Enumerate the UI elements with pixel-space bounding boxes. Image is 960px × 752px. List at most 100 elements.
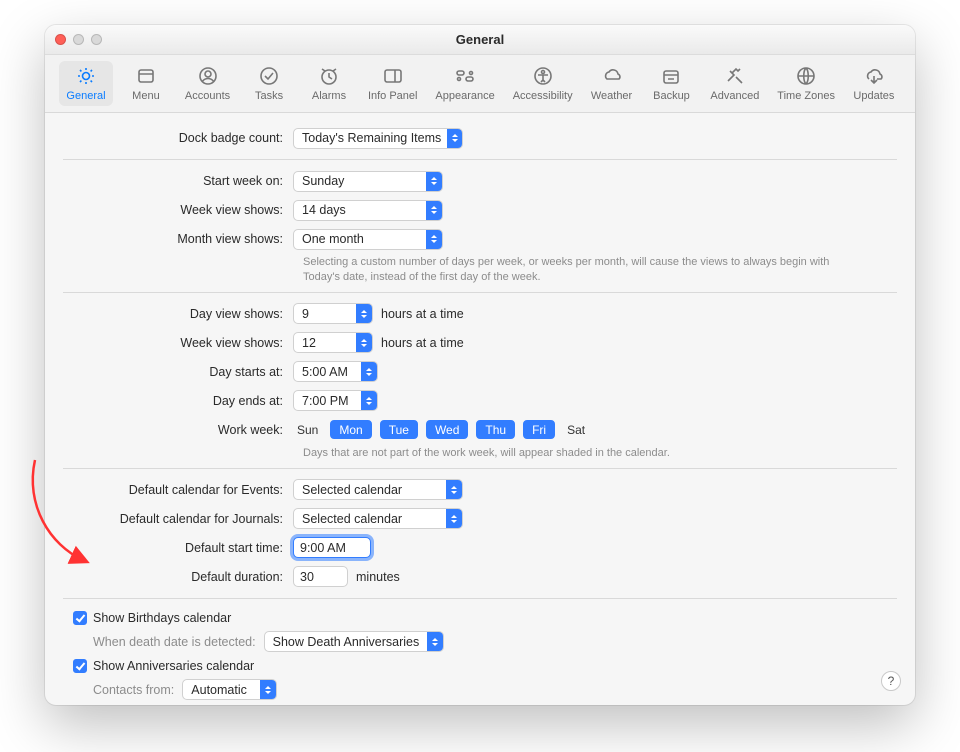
toolbar-label: Appearance [435, 90, 494, 102]
minimize-window-button[interactable] [73, 34, 84, 45]
default-cal-journals-select[interactable]: Selected calendar [293, 508, 463, 529]
preferences-content: Dock badge count: Today's Remaining Item… [45, 113, 915, 705]
day-starts-label: Day starts at: [63, 365, 293, 379]
default-cal-journals-label: Default calendar for Journals: [63, 512, 293, 526]
chevron-updown-icon [446, 509, 462, 528]
globe-icon [794, 65, 818, 87]
toolbar-updates[interactable]: Updates [847, 61, 901, 106]
toolbar-label: Alarms [312, 90, 346, 102]
tasks-icon [257, 65, 281, 87]
traffic-lights [55, 34, 102, 45]
toolbar-accessibility[interactable]: Accessibility [507, 61, 579, 106]
dock-badge-select[interactable]: Today's Remaining Items [293, 128, 463, 149]
chevron-updown-icon [356, 304, 372, 323]
day-view-hours-select[interactable]: 9 [293, 303, 373, 324]
accounts-icon [196, 65, 220, 87]
window-title: General [456, 32, 504, 47]
toolbar-appearance[interactable]: Appearance [429, 61, 500, 106]
week-view-select[interactable]: 14 days [293, 200, 443, 221]
day-wed[interactable]: Wed [426, 420, 468, 439]
toolbar-alarms[interactable]: Alarms [302, 61, 356, 106]
default-duration-label: Default duration: [63, 570, 293, 584]
toolbar-general[interactable]: General [59, 61, 113, 106]
toolbar-backup[interactable]: Backup [644, 61, 698, 106]
day-starts-select[interactable]: 5:00 AM [293, 361, 378, 382]
default-cal-events-label: Default calendar for Events: [63, 483, 293, 497]
toolbar-label: Accessibility [513, 90, 573, 102]
minutes-suffix: minutes [356, 570, 400, 584]
toolbar-label: Backup [653, 90, 690, 102]
day-view-label: Day view shows: [63, 307, 293, 321]
appearance-icon [453, 65, 477, 87]
advanced-icon [723, 65, 747, 87]
chevron-updown-icon [260, 680, 276, 699]
toolbar-weather[interactable]: Weather [585, 61, 639, 106]
day-mon[interactable]: Mon [330, 420, 371, 439]
toolbar-label: Tasks [255, 90, 283, 102]
zoom-window-button[interactable] [91, 34, 102, 45]
default-start-label: Default start time: [63, 541, 293, 555]
show-birthdays-checkbox[interactable] [73, 611, 87, 625]
day-thu[interactable]: Thu [476, 420, 515, 439]
weather-icon [600, 65, 624, 87]
week-view-label: Week view shows: [63, 203, 293, 217]
default-duration-field[interactable]: 30 [293, 566, 348, 587]
close-window-button[interactable] [55, 34, 66, 45]
chevron-updown-icon [446, 480, 462, 499]
day-tue[interactable]: Tue [380, 420, 418, 439]
show-birthdays-label: Show Birthdays calendar [93, 611, 231, 625]
toolbar-infopanel[interactable]: Info Panel [362, 61, 424, 106]
chevron-updown-icon [361, 362, 377, 381]
contacts-from-select[interactable]: Automatic [182, 679, 277, 700]
chevron-updown-icon [356, 333, 372, 352]
chevron-updown-icon [361, 391, 377, 410]
chevron-updown-icon [426, 172, 442, 191]
show-birthdays-row[interactable]: Show Birthdays calendar [73, 606, 897, 630]
day-ends-select[interactable]: 7:00 PM [293, 390, 378, 411]
show-anniversaries-checkbox[interactable] [73, 659, 87, 673]
cloud-download-icon [862, 65, 886, 87]
dock-badge-label: Dock badge count: [63, 131, 293, 145]
toolbar-menu[interactable]: Menu [119, 61, 173, 106]
day-fri[interactable]: Fri [523, 420, 555, 439]
work-week-chips: Sun Mon Tue Wed Thu Fri Sat [293, 420, 897, 439]
month-view-label: Month view shows: [63, 232, 293, 246]
hours-suffix: hours at a time [381, 336, 464, 350]
day-ends-label: Day ends at: [63, 394, 293, 408]
preferences-toolbar: General Menu Accounts Tasks Alarms Info … [45, 55, 915, 113]
week-view-hours-select[interactable]: 12 [293, 332, 373, 353]
custom-view-help: Selecting a custom number of days per we… [303, 255, 857, 285]
toolbar-accounts[interactable]: Accounts [179, 61, 236, 106]
death-date-row: When death date is detected: Show Death … [93, 630, 897, 654]
toolbar-timezones[interactable]: Time Zones [771, 61, 841, 106]
contacts-from-label: Contacts from: [93, 683, 174, 697]
chevron-updown-icon [426, 230, 442, 249]
work-week-label: Work week: [63, 423, 293, 437]
death-date-select[interactable]: Show Death Anniversaries [264, 631, 444, 652]
hours-suffix: hours at a time [381, 307, 464, 321]
show-anniversaries-row[interactable]: Show Anniversaries calendar [73, 654, 897, 678]
toolbar-label: Updates [853, 90, 894, 102]
alarm-icon [317, 65, 341, 87]
chevron-updown-icon [427, 632, 443, 651]
preferences-window: General General Menu Accounts Tasks Alar… [45, 25, 915, 705]
death-date-label: When death date is detected: [93, 635, 256, 649]
day-sun[interactable]: Sun [293, 420, 322, 439]
default-cal-events-select[interactable]: Selected calendar [293, 479, 463, 500]
toolbar-advanced[interactable]: Advanced [704, 61, 765, 106]
day-sat[interactable]: Sat [563, 420, 589, 439]
toolbar-label: Weather [591, 90, 632, 102]
default-start-field[interactable]: 9:00 AM [293, 537, 371, 558]
week-view-hours-label: Week view shows: [63, 336, 293, 350]
infopanel-icon [381, 65, 405, 87]
accessibility-icon [531, 65, 555, 87]
month-view-select[interactable]: One month [293, 229, 443, 250]
chevron-updown-icon [447, 129, 462, 148]
toolbar-label: Menu [132, 90, 160, 102]
menu-icon [134, 65, 158, 87]
start-week-select[interactable]: Sunday [293, 171, 443, 192]
toolbar-tasks[interactable]: Tasks [242, 61, 296, 106]
help-button[interactable]: ? [881, 671, 901, 691]
toolbar-label: Advanced [710, 90, 759, 102]
gear-icon [74, 65, 98, 87]
